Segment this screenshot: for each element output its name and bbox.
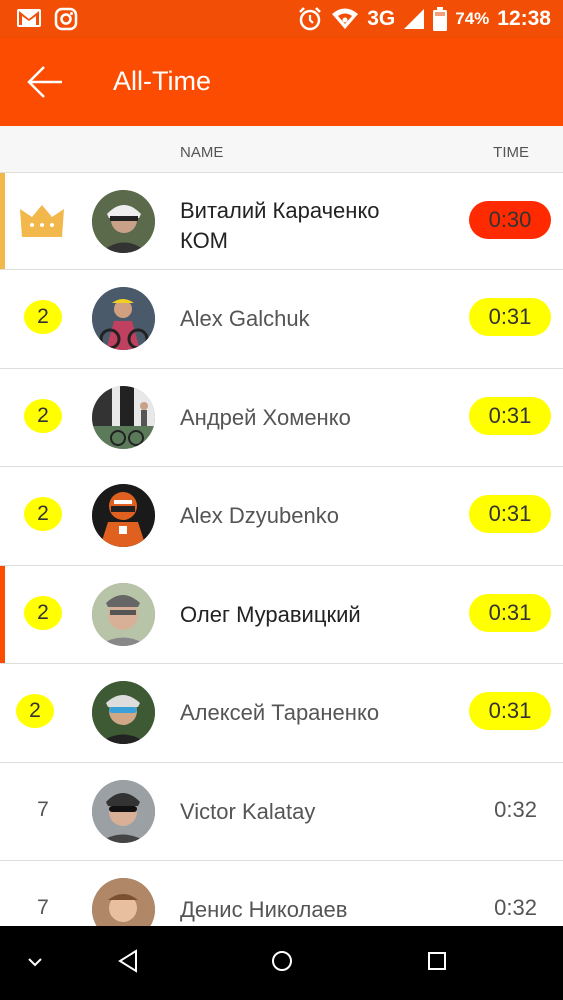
athlete-name[interactable]: Alex Dzyubenko — [180, 503, 339, 529]
name-column-header: NAME — [180, 144, 224, 161]
rank-badge: 2 — [16, 694, 54, 728]
avatar — [92, 190, 155, 253]
leaderboard-list: Виталий Караченко КОМ 0:30 2 Alex Galchu… — [0, 173, 563, 926]
system-nav-bar — [0, 926, 563, 1000]
avatar — [92, 287, 155, 350]
rank-badge: 2 — [24, 595, 62, 630]
segment-time: 0:31 — [469, 495, 551, 533]
alarm-icon — [299, 7, 322, 31]
leaderboard-header: NAME TIME — [0, 126, 563, 173]
wifi-icon — [332, 8, 359, 29]
rank-label: 7 — [37, 797, 49, 821]
battery-level: 74% — [455, 9, 490, 28]
athlete-name[interactable]: Victor Kalatay — [180, 799, 315, 825]
avatar — [92, 878, 155, 926]
segment-time: 0:31 — [469, 692, 551, 730]
segment-time: 0:30 — [469, 201, 551, 239]
collapse-icon[interactable] — [26, 956, 44, 968]
leaderboard-row[interactable]: 7 Victor Kalatay 0:32 — [0, 763, 563, 861]
athlete-name[interactable]: Денис Николаев — [180, 897, 347, 923]
row-accent-bar — [0, 565, 5, 663]
battery-icon — [433, 7, 448, 31]
leaderboard-row[interactable]: 2 Alex Galchuk 0:31 — [0, 270, 563, 369]
avatar — [92, 582, 155, 646]
time-column-header: TIME — [493, 144, 529, 161]
segment-time: 0:32 — [494, 796, 537, 822]
leaderboard-row[interactable]: 2 Alex Dzyubenko 0:31 — [0, 467, 563, 566]
segment-time: 0:31 — [469, 593, 551, 632]
athlete-name[interactable]: Андрей Хоменко — [180, 405, 351, 431]
status-bar: 3G 74% 12:38 — [0, 0, 563, 38]
rank-badge: 2 — [24, 398, 62, 433]
avatar — [92, 484, 155, 547]
segment-time: 0:31 — [469, 298, 551, 336]
recents-square-icon[interactable] — [426, 948, 448, 974]
leaderboard-row[interactable]: 7 Денис Николаев 0:32 — [0, 861, 563, 926]
leaderboard-row[interactable]: 2 Алексей Тараненко 0:31 — [0, 664, 563, 763]
crown-icon — [20, 205, 64, 237]
rank-label: 7 — [37, 896, 49, 919]
segment-time: 0:31 — [469, 396, 551, 435]
athlete-name[interactable]: Алексей Тараненко — [180, 700, 379, 726]
avatar — [92, 681, 155, 744]
gmail-icon — [17, 9, 41, 27]
instagram-icon — [54, 7, 78, 31]
back-triangle-icon[interactable] — [116, 948, 140, 974]
avatar — [92, 779, 155, 843]
leaderboard-row[interactable]: Виталий Караченко КОМ 0:30 — [0, 173, 563, 270]
athlete-name-text: Виталий Караченко — [180, 198, 380, 223]
row-accent-bar — [0, 173, 5, 269]
back-arrow-icon[interactable] — [24, 62, 66, 102]
leaderboard-row[interactable]: 2 Андрей Хоменко 0:31 — [0, 369, 563, 467]
segment-time: 0:32 — [494, 895, 537, 920]
avatar — [92, 385, 155, 449]
athlete-name[interactable]: Виталий Караченко КОМ — [180, 196, 420, 256]
network-type: 3G — [367, 7, 396, 30]
leaderboard-row[interactable]: 2 Олег Муравицкий 0:31 — [0, 565, 563, 664]
kom-label: КОМ — [180, 228, 229, 253]
rank-badge: 2 — [24, 497, 62, 531]
page-title: All-Time — [113, 66, 211, 96]
athlete-name[interactable]: Олег Муравицкий — [180, 602, 361, 628]
app-bar: All-Time — [0, 38, 563, 126]
athlete-name[interactable]: Alex Galchuk — [180, 306, 310, 332]
rank-badge: 2 — [24, 300, 62, 334]
signal-icon — [404, 9, 425, 29]
clock: 12:38 — [497, 7, 551, 30]
home-circle-icon[interactable] — [270, 948, 294, 974]
